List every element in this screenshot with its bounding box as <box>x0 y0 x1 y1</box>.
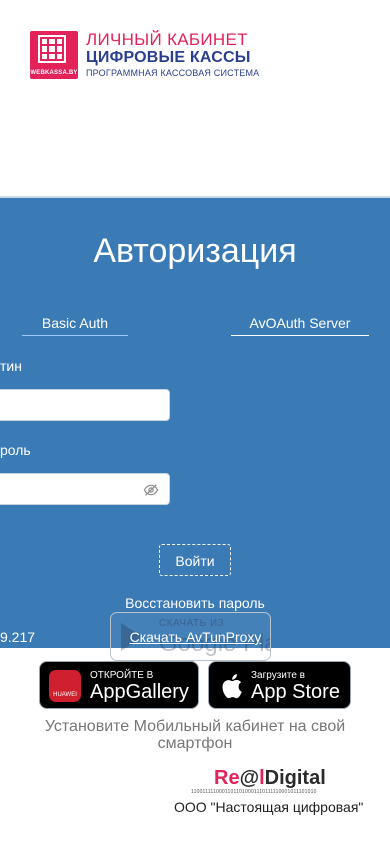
huawei-icon-caption: HUAWEI <box>53 692 77 698</box>
google-play-small-text: СКАЧАТЬ ИЗ <box>159 618 225 629</box>
brand-title: ЛИЧНЫЙ КАБИНЕТ <box>86 30 248 49</box>
brand-tagline: ПРОГРАММНАЯ КАССОВАЯ СИСТЕМА <box>86 68 260 78</box>
webkassa-logo: WEBKASSA.BY <box>30 31 78 79</box>
realdigital-binary-code: 1100111110001101101000111011111000101110… <box>191 789 317 795</box>
realdigital-logo[interactable]: Re@lDigital <box>214 767 326 790</box>
restore-password-link[interactable]: Восстановить пароль <box>0 595 390 611</box>
logo-at-mark: @ <box>239 767 260 789</box>
logo-caption: WEBKASSA.BY <box>30 70 78 76</box>
logo-grid-icon <box>38 35 66 63</box>
huawei-icon: HUAWEI <box>49 670 81 702</box>
password-input[interactable] <box>0 473 170 505</box>
brand-subtitle: ЦИФРОВЫЕ КАССЫ <box>86 49 251 66</box>
password-label: роль <box>0 442 31 458</box>
logo-part-digital: Digital <box>264 767 326 789</box>
tab-avoauth-server[interactable]: AvOAuth Server <box>231 315 369 336</box>
login-button[interactable]: Войти <box>159 544 231 576</box>
apple-icon <box>222 674 242 699</box>
auth-title: Авторизация <box>93 232 297 270</box>
eye-off-icon[interactable] <box>143 482 159 498</box>
app-store-small-text: Загрузите в <box>251 670 305 681</box>
appgallery-big-text: AppGallery <box>90 681 189 703</box>
app-store-badge[interactable]: Загрузите в App Store <box>208 661 351 709</box>
ip-address-text: 9.217 <box>0 629 36 645</box>
appgallery-small-text: ОТКРОЙТЕ В <box>90 670 154 681</box>
install-app-text: Установите Мобильный кабинет на свой сма… <box>44 718 346 752</box>
appgallery-badge[interactable]: HUAWEI ОТКРОЙТЕ В AppGallery <box>39 661 199 709</box>
company-name: ООО "Настоящая цифровая" <box>174 799 364 815</box>
logo-part-re: Re <box>214 767 240 789</box>
tab-basic-auth[interactable]: Basic Auth <box>22 315 128 336</box>
app-store-big-text: App Store <box>251 681 340 703</box>
download-tunproxy-link[interactable]: Скачать AvTunProxy <box>110 629 281 645</box>
login-input[interactable] <box>0 389 170 421</box>
login-label: тин <box>0 358 22 374</box>
